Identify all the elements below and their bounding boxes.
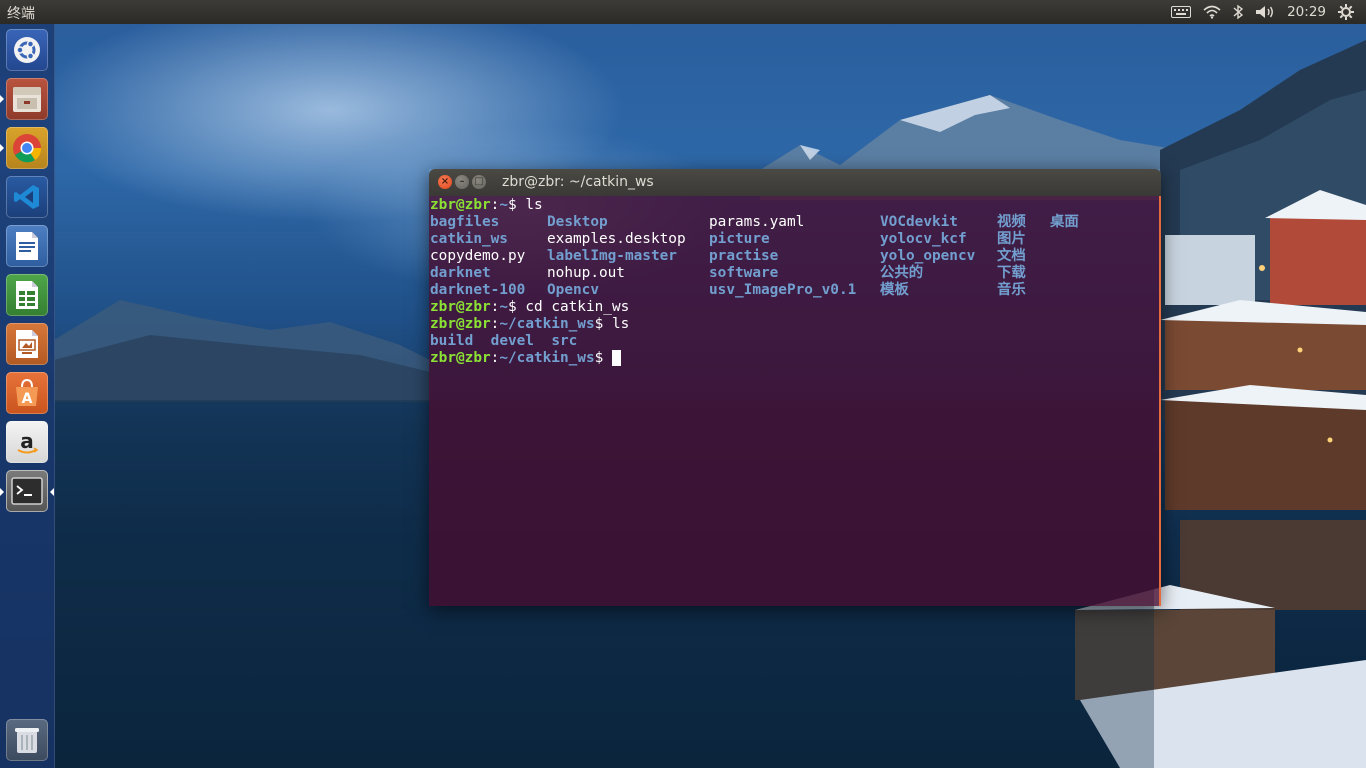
amazon-button[interactable]: a bbox=[6, 421, 48, 463]
vscode-icon bbox=[14, 185, 39, 209]
ls-entry: 音乐 bbox=[997, 282, 1026, 298]
ls-entry: darknet bbox=[430, 265, 491, 281]
ls-entry: params.yaml bbox=[709, 214, 805, 230]
libreoffice-calc-button[interactable] bbox=[6, 274, 48, 316]
window-title: zbr@zbr: ~/catkin_ws bbox=[502, 174, 654, 190]
ls-entry: Opencv bbox=[547, 282, 599, 298]
ls-entry: bagfiles bbox=[430, 214, 500, 230]
trash-button[interactable] bbox=[6, 719, 48, 761]
minimize-icon: – bbox=[459, 176, 465, 187]
trash-icon bbox=[15, 728, 39, 753]
prompt-path: ~ bbox=[499, 299, 508, 315]
ls-entry: 视频 bbox=[997, 214, 1026, 230]
ls-entry: Desktop bbox=[547, 214, 608, 230]
command-line: zbr@zbr:~$ cd catkin_ws bbox=[430, 299, 630, 315]
close-icon: × bbox=[440, 176, 450, 187]
svg-text:a: a bbox=[20, 429, 34, 453]
clock[interactable]: 20:29 bbox=[1287, 4, 1326, 20]
maximize-icon: □ bbox=[474, 176, 484, 187]
libreoffice-writer-icon bbox=[16, 232, 38, 260]
prompt-path: ~/catkin_ws bbox=[499, 350, 595, 366]
prompt-user: zbr@zbr bbox=[430, 350, 491, 366]
libreoffice-impress-icon bbox=[16, 330, 38, 358]
libreoffice-impress-button[interactable] bbox=[6, 323, 48, 365]
ls-entry: examples.desktop bbox=[547, 231, 686, 247]
ls-entry: nohup.out bbox=[547, 265, 625, 281]
terminal-icon bbox=[11, 477, 43, 505]
ls-entry: 文档 bbox=[997, 248, 1026, 264]
prompt-user: zbr@zbr bbox=[430, 299, 491, 315]
ubuntu-dash-button[interactable] bbox=[6, 29, 48, 71]
software-center-button[interactable]: A bbox=[6, 372, 48, 414]
libreoffice-writer-button[interactable] bbox=[6, 225, 48, 267]
volume-icon[interactable] bbox=[1255, 5, 1275, 19]
running-indicator bbox=[0, 95, 4, 103]
amazon-icon: a bbox=[17, 429, 39, 454]
chrome-icon bbox=[13, 134, 42, 163]
ls-entry: build bbox=[430, 333, 474, 349]
text-cursor bbox=[611, 350, 621, 366]
terminal-output[interactable]: zbr@zbr:~$ ls bagfiles catkin_ws copydemo.… bbox=[429, 196, 1161, 606]
ls-entry: src bbox=[551, 333, 578, 349]
keyboard-icon[interactable] bbox=[1171, 6, 1192, 18]
command-text: $ bbox=[594, 350, 612, 366]
ls-entry: 下载 bbox=[997, 265, 1026, 281]
window-titlebar[interactable]: × – □ zbr@zbr: ~/catkin_ws bbox=[429, 169, 1161, 196]
ls-entry: software bbox=[709, 265, 779, 281]
running-indicator bbox=[0, 488, 4, 496]
ls-entry: catkin_ws bbox=[430, 231, 508, 247]
ubuntu-dash-icon bbox=[14, 37, 40, 63]
bluetooth-icon[interactable] bbox=[1233, 4, 1244, 20]
terminal-button[interactable] bbox=[6, 470, 48, 512]
ls-entry: 模板 bbox=[880, 282, 909, 298]
ls-output: build devel src bbox=[430, 333, 1159, 350]
focused-indicator bbox=[50, 488, 54, 496]
svg-text:A: A bbox=[22, 391, 33, 407]
ls-entry: darknet-100 bbox=[430, 282, 526, 298]
prompt-path: ~ bbox=[499, 197, 508, 213]
maximize-button[interactable]: □ bbox=[472, 175, 486, 189]
running-indicator bbox=[0, 144, 4, 152]
gear-icon[interactable] bbox=[1338, 4, 1354, 20]
ls-entry: VOCdevkit bbox=[880, 214, 958, 230]
command-line: zbr@zbr:~/catkin_ws$ ls bbox=[430, 316, 630, 332]
software-center-icon: A bbox=[16, 378, 38, 407]
indicator-area: 20:29 bbox=[1171, 0, 1366, 24]
vscode-button[interactable] bbox=[6, 176, 48, 218]
ls-entry: picture bbox=[709, 231, 770, 247]
chrome-button[interactable] bbox=[6, 127, 48, 169]
active-app-title: 终端 bbox=[7, 6, 35, 22]
ls-entry: labelImg-master bbox=[547, 248, 677, 264]
ls-entry: yolocv_kcf bbox=[880, 231, 967, 247]
ls-entry: devel bbox=[490, 333, 534, 349]
close-button[interactable]: × bbox=[438, 175, 452, 189]
ls-entry: copydemo.py bbox=[430, 248, 526, 264]
ls-entry: usv_ImagePro_v0.1 bbox=[709, 282, 857, 298]
ls-entry: practise bbox=[709, 248, 779, 264]
ls-entry: 桌面 bbox=[1050, 214, 1079, 230]
launcher: A a bbox=[0, 24, 55, 768]
terminal-window[interactable]: × – □ zbr@zbr: ~/catkin_ws zbr@zbr:~$ ls… bbox=[429, 169, 1161, 606]
file-manager-icon bbox=[13, 87, 41, 112]
minimize-button[interactable]: – bbox=[455, 175, 469, 189]
ls-entry: yolo_opencv bbox=[880, 248, 976, 264]
top-panel: 终端 20:29 bbox=[0, 0, 1366, 24]
ls-entry: 图片 bbox=[997, 231, 1026, 247]
command-text: $ ls bbox=[508, 197, 543, 213]
command-line: zbr@zbr:~$ ls bbox=[430, 197, 543, 213]
libreoffice-calc-icon bbox=[16, 281, 38, 309]
ls-entry: 公共的 bbox=[880, 265, 924, 281]
prompt-path: ~/catkin_ws bbox=[499, 316, 595, 332]
prompt-user: zbr@zbr bbox=[430, 197, 491, 213]
prompt-user: zbr@zbr bbox=[430, 316, 491, 332]
file-manager-button[interactable] bbox=[6, 78, 48, 120]
wifi-icon[interactable] bbox=[1203, 5, 1221, 19]
command-text: $ ls bbox=[594, 316, 630, 332]
command-text: $ cd catkin_ws bbox=[508, 299, 630, 315]
command-line: zbr@zbr:~/catkin_ws$ bbox=[430, 350, 1159, 367]
ls-output: bagfiles catkin_ws copydemo.py darknet darkn… bbox=[430, 214, 1159, 299]
